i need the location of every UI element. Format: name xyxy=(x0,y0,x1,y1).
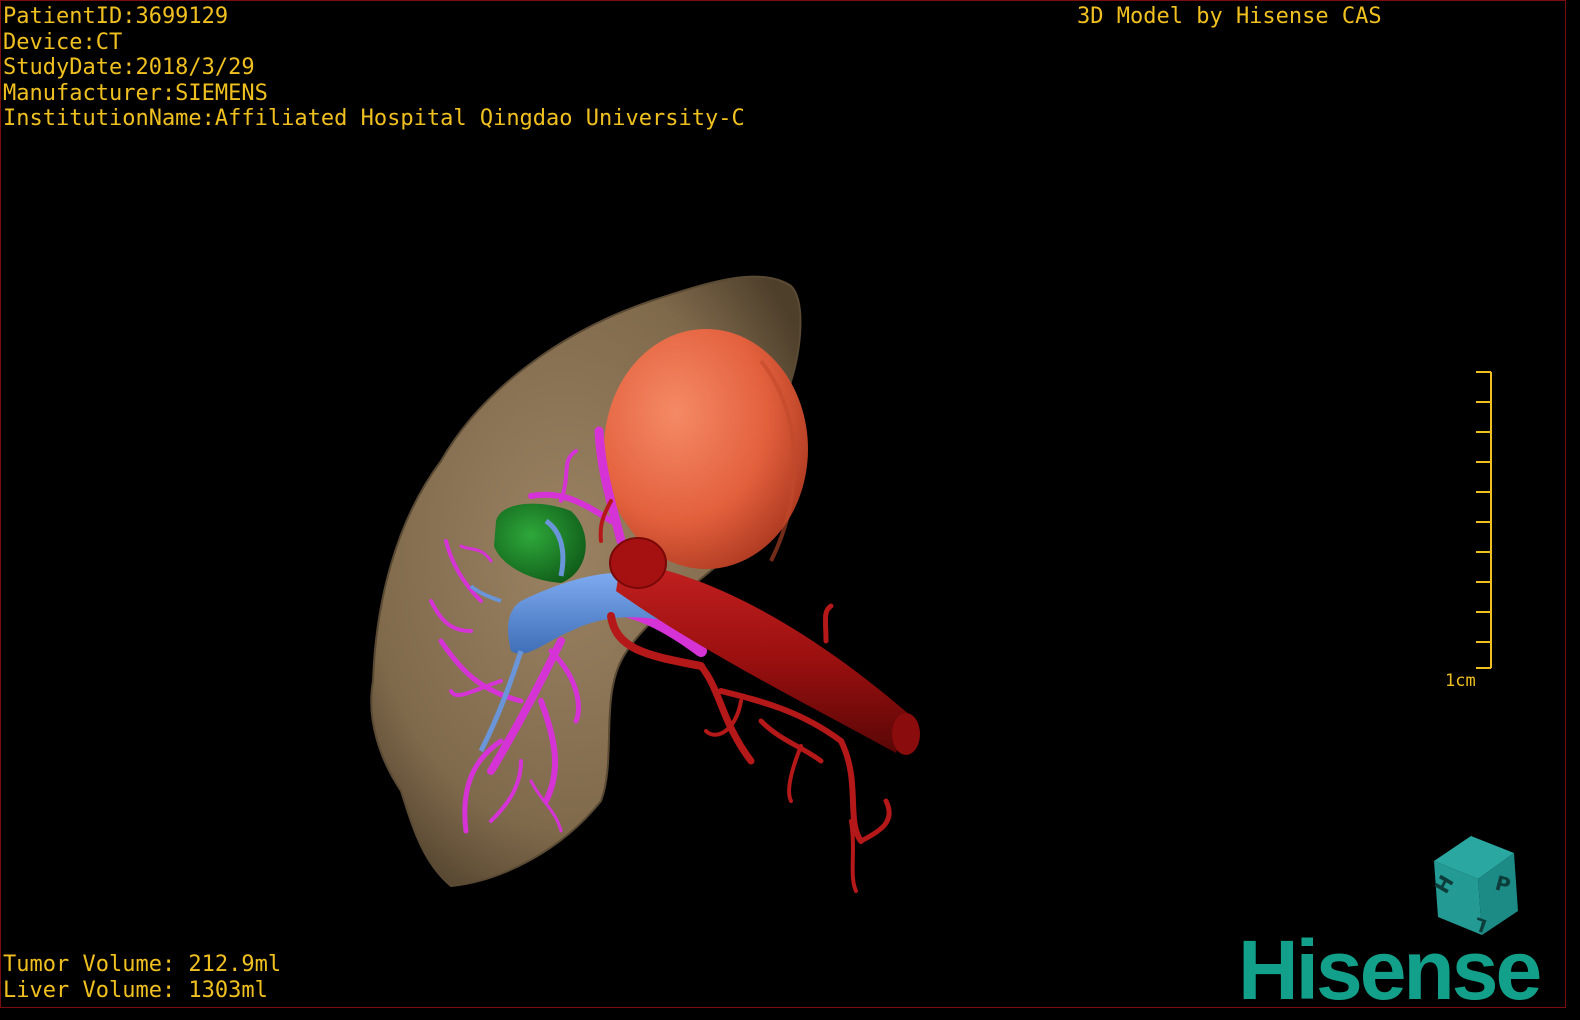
volume-overlay: Tumor Volume: 212.9ml Liver Volume: 1303… xyxy=(3,952,281,1003)
device: Device:CT xyxy=(3,29,123,55)
hisense-logo: Hisense xyxy=(1238,923,1542,1017)
3d-viewport[interactable]: PatientID:3699129 Device:CT StudyDate:20… xyxy=(0,0,1566,1008)
scale-bar xyxy=(1476,371,1492,669)
tumor xyxy=(604,329,808,569)
patient-id: PatientID:3699129 xyxy=(3,4,229,29)
liver-volume: Liver Volume: 1303ml xyxy=(3,977,268,1003)
model-credit: 3D Model by Hisense CAS xyxy=(1077,4,1382,29)
manufacturer: Manufacturer:SIEMENS xyxy=(3,80,268,106)
scale-bar-label: 1cm xyxy=(1445,671,1476,691)
institution-name: InstitutionName:Affiliated Hospital Qing… xyxy=(3,106,745,131)
patient-info-overlay: PatientID:3699129 Device:CT StudyDate:20… xyxy=(3,4,745,132)
study-date: StudyDate:2018/3/29 xyxy=(3,55,255,80)
tumor-volume: Tumor Volume: 212.9ml xyxy=(3,952,282,977)
liver-3d-model[interactable] xyxy=(1,1,1567,1009)
